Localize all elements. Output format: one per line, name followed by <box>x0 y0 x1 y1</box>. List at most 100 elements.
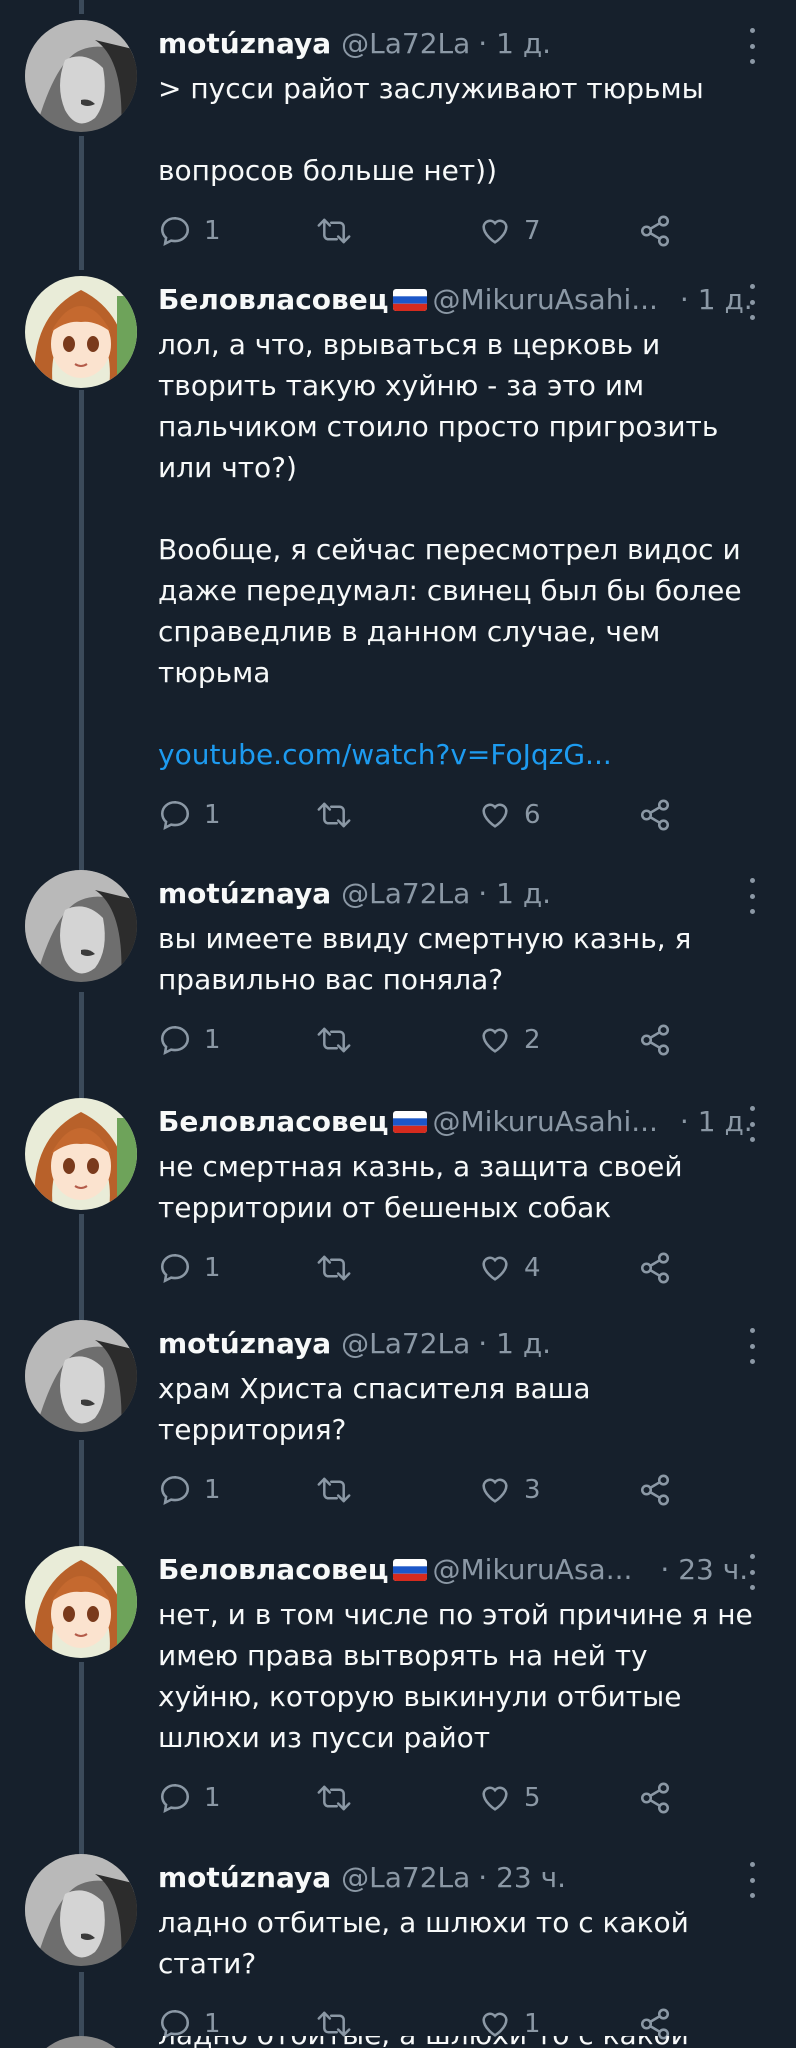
more-icon[interactable] <box>738 878 766 914</box>
tweet-text: нет, и в том числе по этой причине я не … <box>158 1594 758 1758</box>
retweet-icon <box>317 1027 351 1053</box>
reply-count: 1 <box>204 1475 221 1505</box>
avatar[interactable] <box>25 1098 137 1210</box>
author-handle[interactable]: @MikuruAsa... <box>433 1546 633 1594</box>
author-handle[interactable]: @La72La <box>341 1854 470 1902</box>
retweet-button[interactable] <box>316 1468 352 1512</box>
timestamp[interactable]: · 1 д. <box>478 1320 551 1368</box>
share-icon <box>640 1782 670 1814</box>
reply-button[interactable]: 1 <box>158 209 221 253</box>
tweet-text: вы имеете ввиду смертную казнь, я правил… <box>158 918 758 1000</box>
share-button[interactable] <box>638 1468 672 1512</box>
retweet-button[interactable] <box>316 793 352 837</box>
retweet-icon <box>317 1785 351 1811</box>
like-button[interactable]: 3 <box>478 1468 541 1512</box>
like-icon <box>482 1478 508 1503</box>
tweet-actions: 1 7 <box>158 209 758 253</box>
more-icon[interactable] <box>738 1328 766 1364</box>
retweet-button[interactable] <box>316 1018 352 1062</box>
author-name[interactable]: Беловласовец <box>158 1546 389 1594</box>
more-icon[interactable] <box>738 1862 766 1898</box>
like-count: 7 <box>524 216 541 246</box>
reply-count: 1 <box>204 1025 221 1055</box>
retweet-icon <box>317 802 351 828</box>
like-count: 3 <box>524 1475 541 1505</box>
avatar[interactable] <box>25 870 137 982</box>
share-icon <box>640 1252 670 1284</box>
retweet-icon <box>317 218 351 244</box>
next-tweet-cutoff[interactable]: ладно отбитые, а шлюхи то с какой <box>0 2036 796 2048</box>
tweet-text: ладно отбитые, а шлюхи то с какой стати? <box>158 1902 758 1984</box>
tweet-paragraph: ладно отбитые, а шлюхи то с какой стати? <box>158 1906 698 1980</box>
reply-count: 1 <box>204 216 221 246</box>
like-count: 1 <box>524 2009 541 2039</box>
more-icon[interactable] <box>738 284 766 320</box>
timestamp[interactable]: · 23 ч. <box>660 1546 748 1594</box>
tweet-paragraph: вы имеете ввиду смертную казнь, я правил… <box>158 922 701 996</box>
reply-count: 1 <box>204 800 221 830</box>
timestamp[interactable]: · 1 д. <box>478 870 551 918</box>
like-button[interactable]: 2 <box>478 1018 541 1062</box>
tweet-text: не смертная казнь, а защита своей террит… <box>158 1146 758 1228</box>
like-button[interactable]: 5 <box>478 1776 541 1820</box>
share-button[interactable] <box>638 1246 672 1290</box>
more-icon[interactable] <box>738 28 766 64</box>
like-button[interactable]: 4 <box>478 1246 541 1290</box>
share-icon <box>640 799 670 831</box>
share-button[interactable] <box>638 1018 672 1062</box>
tweet-text: лол, а что, врываться в церковь и творит… <box>158 324 758 775</box>
share-button[interactable] <box>638 1776 672 1820</box>
reply-button[interactable]: 1 <box>158 1776 221 1820</box>
author-handle[interactable]: @La72La <box>341 20 470 68</box>
thread-line <box>79 390 84 878</box>
like-button[interactable]: 6 <box>478 793 541 837</box>
author-name[interactable]: Беловласовец <box>158 1098 389 1146</box>
like-icon <box>482 803 508 828</box>
avatar[interactable] <box>25 1854 137 1966</box>
author-name[interactable]: motúznaya <box>158 1320 331 1368</box>
flag-ru-icon <box>392 1111 427 1133</box>
more-icon[interactable] <box>738 1106 766 1142</box>
avatar[interactable] <box>25 1546 137 1658</box>
share-button[interactable] <box>638 793 672 837</box>
reply-button[interactable]: 1 <box>158 1018 221 1062</box>
avatar[interactable] <box>25 1320 137 1432</box>
reply-icon <box>160 1025 190 1056</box>
share-icon <box>640 1024 670 1056</box>
retweet-button[interactable] <box>316 1776 352 1820</box>
author-handle[interactable]: @La72La <box>341 1320 470 1368</box>
share-button[interactable] <box>638 209 672 253</box>
like-count: 2 <box>524 1025 541 1055</box>
thread-line <box>79 1440 84 1548</box>
more-icon[interactable] <box>738 1554 766 1590</box>
tweet-link[interactable]: youtube.com/watch?v=FoJqzG... <box>158 734 758 775</box>
author-name[interactable]: motúznaya <box>158 20 331 68</box>
author-handle[interactable]: @MikuruAsahi... <box>433 1098 658 1146</box>
retweet-button[interactable] <box>316 209 352 253</box>
like-count: 5 <box>524 1783 541 1813</box>
like-icon <box>482 1028 508 1053</box>
tweet-actions: 1 6 <box>158 793 758 837</box>
like-icon <box>482 1786 508 1811</box>
tweet-text: > пусси райот заслуживают тюрьмы вопросо… <box>158 68 758 191</box>
author-handle[interactable]: @La72La <box>341 870 470 918</box>
reply-button[interactable]: 1 <box>158 793 221 837</box>
like-count: 6 <box>524 800 541 830</box>
retweet-button[interactable] <box>316 1246 352 1290</box>
author-name[interactable]: motúznaya <box>158 1854 331 1902</box>
reply-button[interactable]: 1 <box>158 1468 221 1512</box>
avatar[interactable] <box>25 20 137 132</box>
reply-button[interactable]: 1 <box>158 1246 221 1290</box>
thread-line <box>79 0 84 14</box>
timestamp[interactable]: · 1 д. <box>478 20 551 68</box>
author-name[interactable]: motúznaya <box>158 870 331 918</box>
reply-icon <box>160 1783 190 1814</box>
author-handle[interactable]: @MikuruAsahi... <box>433 276 658 324</box>
avatar[interactable] <box>25 276 137 388</box>
thread-line <box>79 992 84 1102</box>
flag-ru-icon <box>392 1559 427 1581</box>
tweet-actions: 1 2 <box>158 1018 758 1062</box>
like-button[interactable]: 7 <box>478 209 541 253</box>
author-name[interactable]: Беловласовец <box>158 276 389 324</box>
timestamp[interactable]: · 23 ч. <box>478 1854 566 1902</box>
